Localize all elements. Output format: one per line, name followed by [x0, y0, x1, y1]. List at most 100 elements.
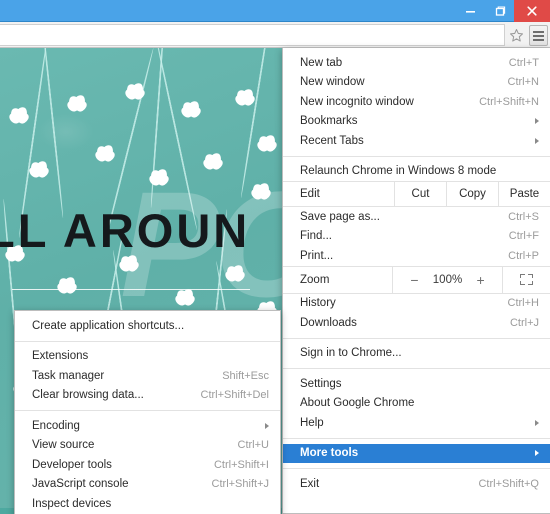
- menu-item-downloads[interactable]: Downloads Ctrl+J: [283, 313, 550, 333]
- menu-separator: [283, 155, 550, 157]
- menu-item-shortcut: Ctrl+Shift+Q: [478, 477, 539, 490]
- menu-item-shortcut: Ctrl+P: [508, 249, 539, 262]
- menu-item-shortcut: Ctrl+Shift+I: [213, 458, 269, 471]
- menu-item-shortcut: Ctrl+H: [507, 297, 539, 310]
- menu-item-task-manager[interactable]: Task manager Shift+Esc: [15, 366, 280, 386]
- address-bar-input[interactable]: [0, 24, 505, 46]
- menu-item-label: Sign in to Chrome...: [300, 347, 402, 360]
- menu-item-label: Settings: [300, 377, 342, 390]
- menu-item-label: New incognito window: [300, 95, 414, 108]
- menu-item-label: Relaunch Chrome in Windows 8 mode: [300, 165, 497, 178]
- menu-item-create-application-shortcuts[interactable]: Create application shortcuts...: [15, 316, 280, 336]
- menu-item-label: Exit: [300, 477, 320, 490]
- menu-item-inspect-devices[interactable]: Inspect devices: [15, 494, 280, 514]
- window-controls: [456, 0, 550, 22]
- menu-item-encoding[interactable]: Encoding: [15, 416, 280, 436]
- fullscreen-button[interactable]: [502, 266, 550, 293]
- zoom-row: Zoom − 100% +: [283, 265, 550, 294]
- menu-item-label: Create application shortcuts...: [32, 319, 185, 332]
- minimize-icon: [466, 10, 475, 13]
- menu-item-label: Task manager: [32, 369, 105, 382]
- bookmark-star-icon[interactable]: [505, 25, 527, 46]
- menu-item-label: Recent Tabs: [300, 134, 364, 147]
- flower-decoration: [252, 182, 270, 200]
- flower-decoration: [150, 168, 168, 186]
- menu-item-shortcut: Ctrl+S: [508, 210, 539, 223]
- flower-decoration: [96, 144, 114, 162]
- menu-item-label: Downloads: [300, 316, 357, 329]
- menu-item-about-google-chrome[interactable]: About Google Chrome: [283, 394, 550, 414]
- chevron-right-icon: [535, 419, 539, 426]
- menu-item-new-incognito-window[interactable]: New incognito window Ctrl+Shift+N: [283, 92, 550, 112]
- flower-decoration: [182, 100, 200, 118]
- menu-item-clear-browsing-data[interactable]: Clear browsing data... Ctrl+Shift+Del: [15, 386, 280, 406]
- menu-item-javascript-console[interactable]: JavaScript console Ctrl+Shift+J: [15, 475, 280, 495]
- edit-row: Edit Cut Copy Paste: [283, 181, 550, 207]
- close-button[interactable]: [514, 0, 550, 22]
- menu-item-label: New window: [300, 76, 365, 89]
- fullscreen-icon: [520, 274, 533, 285]
- menu-item-developer-tools[interactable]: Developer tools Ctrl+Shift+I: [15, 455, 280, 475]
- menu-item-save-page-as[interactable]: Save page as... Ctrl+S: [283, 207, 550, 227]
- hamburger-line: [533, 38, 544, 41]
- menu-separator: [283, 468, 550, 469]
- menu-item-label: Inspect devices: [32, 497, 112, 510]
- cut-button[interactable]: Cut: [394, 182, 446, 206]
- flower-decoration: [236, 88, 254, 106]
- flower-decoration: [58, 276, 76, 294]
- menu-item-extensions[interactable]: Extensions: [15, 347, 280, 367]
- menu-item-print[interactable]: Print... Ctrl+P: [283, 246, 550, 266]
- menu-item-label: View source: [32, 439, 95, 452]
- menu-item-settings[interactable]: Settings: [283, 374, 550, 394]
- menu-separator: [15, 410, 280, 411]
- menu-item-new-window[interactable]: New window Ctrl+N: [283, 73, 550, 93]
- copy-button[interactable]: Copy: [446, 182, 498, 206]
- zoom-in-button[interactable]: +: [477, 273, 485, 287]
- zoom-out-button[interactable]: −: [410, 273, 418, 287]
- minimize-button[interactable]: [456, 0, 485, 22]
- menu-separator: [283, 368, 550, 369]
- menu-item-help[interactable]: Help: [283, 413, 550, 433]
- menu-item-label: Save page as...: [300, 210, 380, 223]
- chevron-right-icon: [535, 118, 539, 125]
- chevron-right-icon: [265, 422, 269, 429]
- chrome-menu-button[interactable]: [529, 25, 548, 46]
- menu-item-label: Extensions: [32, 350, 89, 363]
- menu-item-find[interactable]: Find... Ctrl+F: [283, 227, 550, 247]
- menu-item-view-source[interactable]: View source Ctrl+U: [15, 436, 280, 456]
- menu-item-shortcut: Ctrl+T: [508, 56, 539, 69]
- menu-item-label: History: [300, 297, 336, 310]
- menu-item-relaunch-chrome-in-windows-8-mode[interactable]: Relaunch Chrome in Windows 8 mode: [283, 162, 550, 182]
- menu-item-shortcut: Ctrl+Shift+N: [479, 95, 539, 108]
- menu-item-shortcut: Ctrl+N: [507, 76, 539, 89]
- menu-item-sign-in-to-chrome[interactable]: Sign in to Chrome...: [283, 344, 550, 364]
- menu-item-label: Print...: [300, 249, 334, 262]
- maximize-button[interactable]: [485, 0, 514, 22]
- menu-item-shortcut: Ctrl+J: [509, 316, 539, 329]
- browser-window: PCRISK LL AROUN: [0, 0, 550, 514]
- hero-heading: LL AROUN: [0, 204, 251, 257]
- menu-item-bookmarks[interactable]: Bookmarks: [283, 112, 550, 132]
- menu-item-label: New tab: [300, 56, 343, 69]
- paste-button[interactable]: Paste: [498, 182, 550, 206]
- menu-item-label: Bookmarks: [300, 115, 358, 128]
- window-titlebar: [0, 0, 550, 22]
- maximize-icon: [495, 5, 505, 16]
- menu-item-new-tab[interactable]: New tab Ctrl+T: [283, 53, 550, 73]
- menu-separator: [15, 340, 280, 342]
- chrome-main-menu: New tab Ctrl+T New window Ctrl+N New incogni…: [282, 48, 550, 514]
- menu-item-exit[interactable]: Exit Ctrl+Shift+Q: [283, 474, 550, 494]
- flower-decoration: [10, 106, 28, 124]
- menu-item-shortcut: Shift+Esc: [222, 369, 269, 382]
- menu-item-more-tools[interactable]: More tools: [283, 443, 550, 463]
- edit-row-label: Edit: [300, 188, 320, 200]
- chevron-right-icon: [535, 450, 539, 457]
- menu-item-shortcut: Ctrl+Shift+Del: [200, 389, 269, 402]
- flower-decoration: [204, 152, 222, 170]
- menu-item-history[interactable]: History Ctrl+H: [283, 294, 550, 314]
- flower-decoration: [258, 134, 276, 152]
- flower-decoration: [126, 82, 144, 100]
- menu-item-label: Developer tools: [32, 458, 112, 471]
- menu-item-recent-tabs[interactable]: Recent Tabs: [283, 131, 550, 151]
- menu-separator: [283, 337, 550, 339]
